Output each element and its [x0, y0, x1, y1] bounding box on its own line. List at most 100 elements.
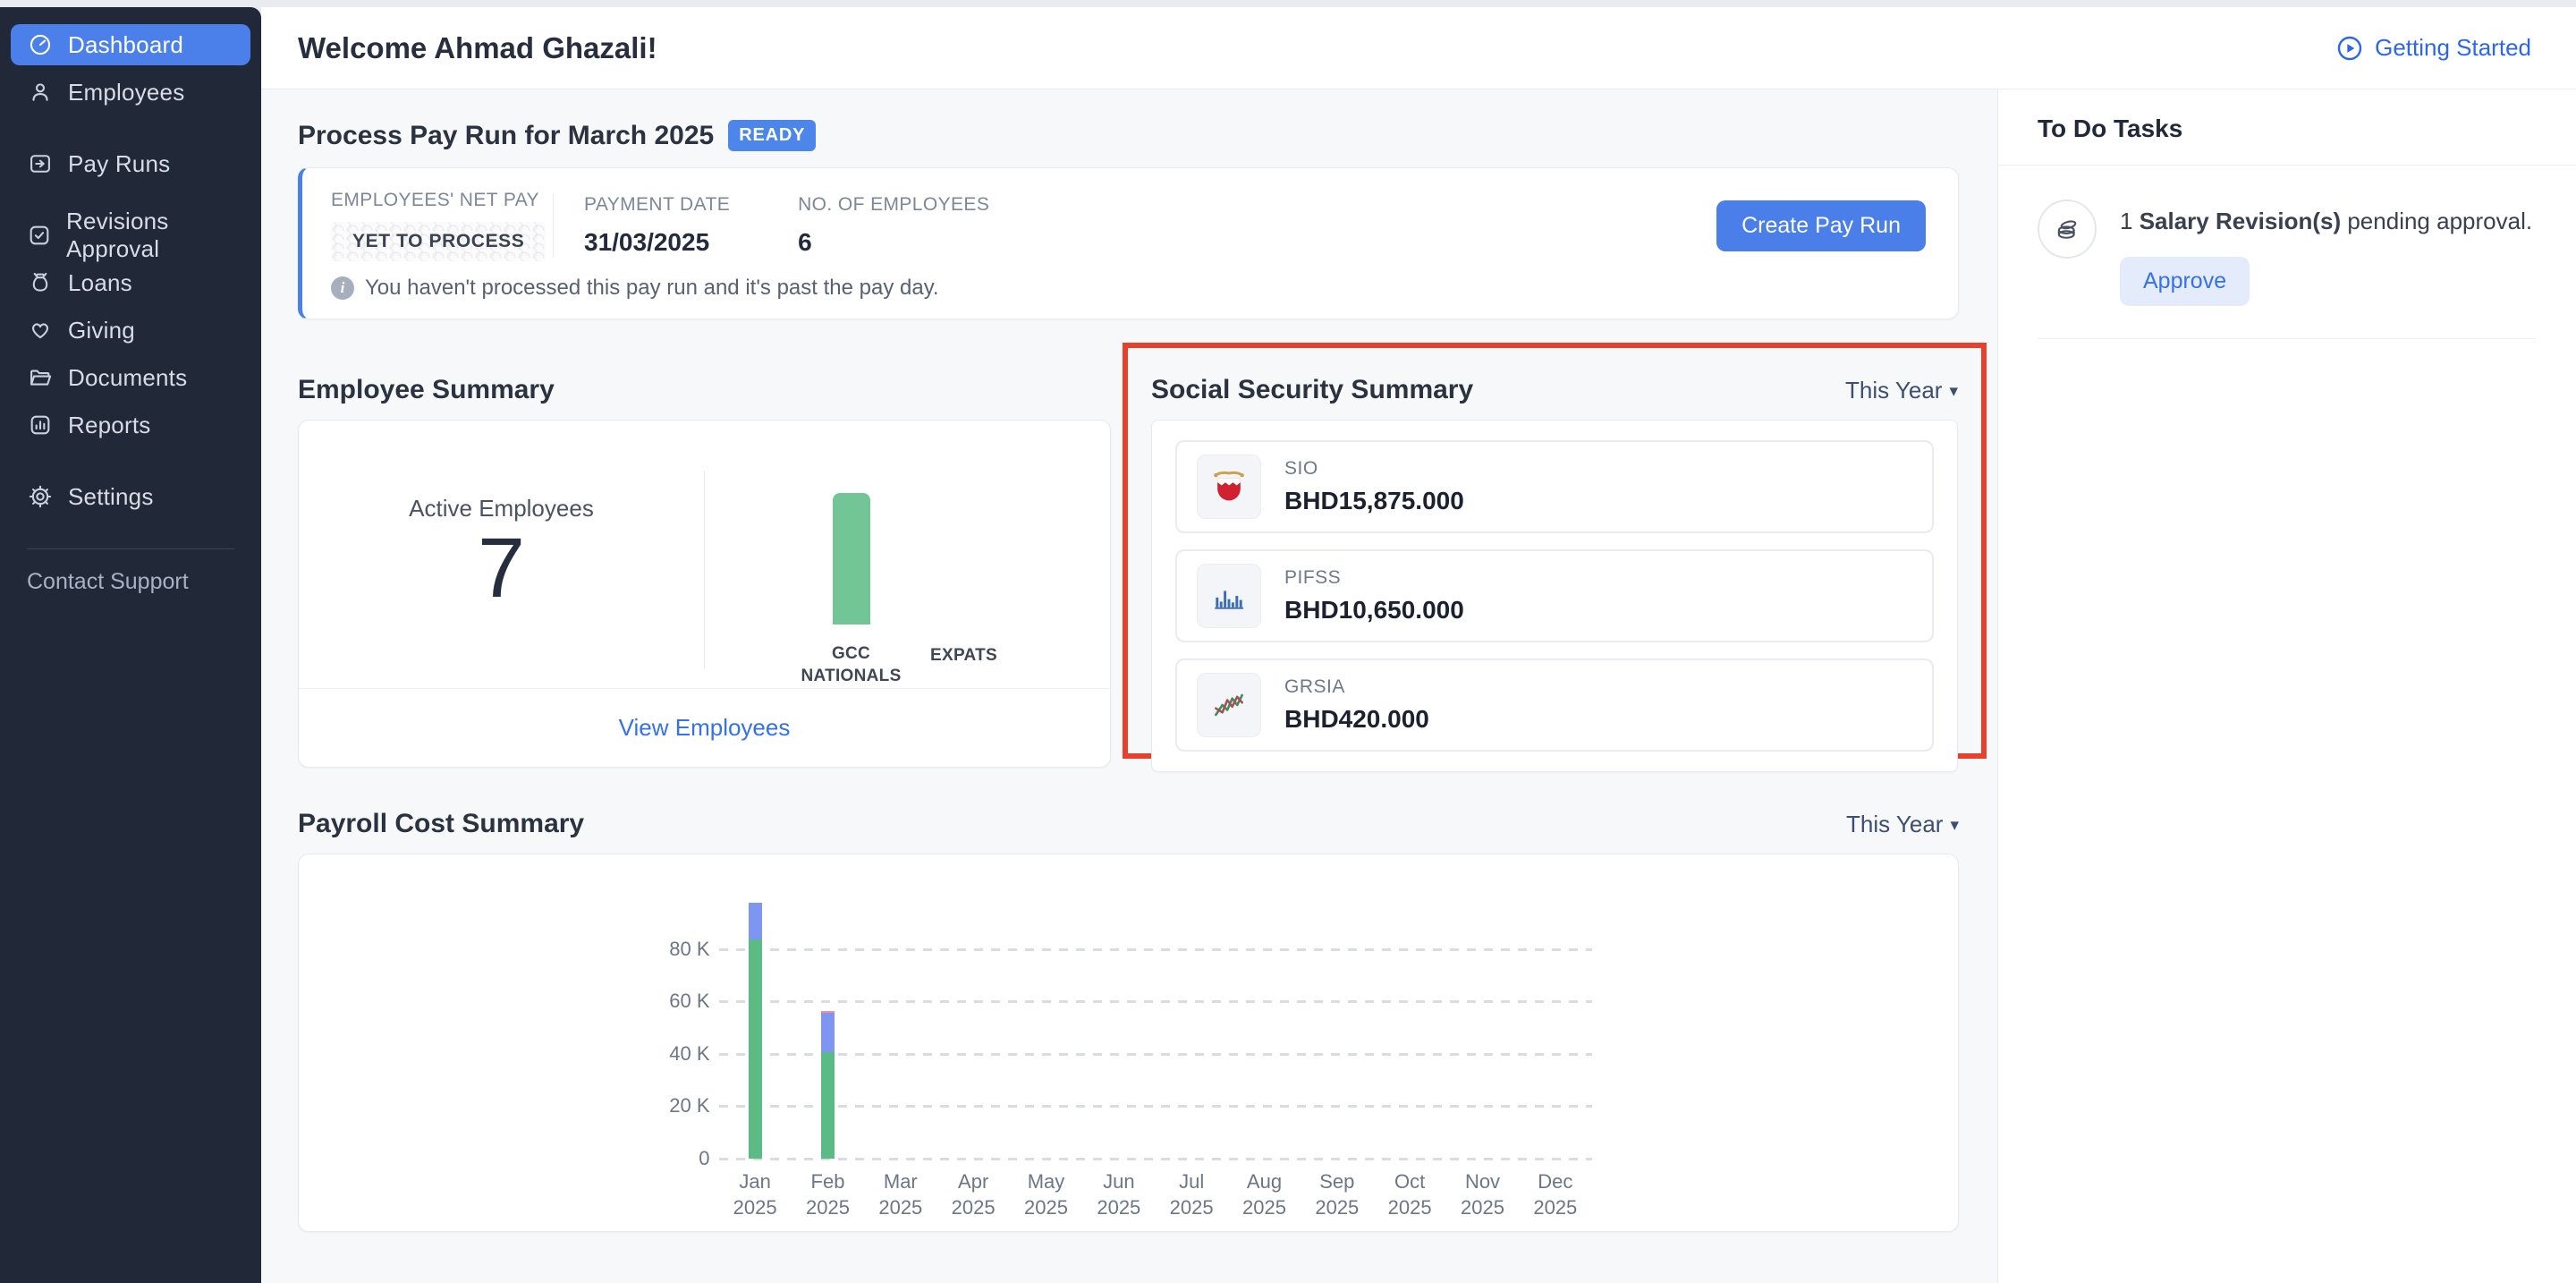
create-pay-run-button[interactable]: Create Pay Run: [1716, 200, 1926, 251]
employee-summary-card: Active Employees 7 GCC NATIONALS EXPATS V…: [298, 420, 1111, 768]
chart-gridline: [719, 1105, 1592, 1108]
sidebar-item-label: Reports: [68, 412, 150, 439]
payroll-cost-chart: 020 K40 K60 K80 KJan2025Feb2025Mar2025Ap…: [665, 896, 1592, 1205]
active-employees-label: Active Employees: [409, 495, 594, 523]
sio-amount: BHD15,875.000: [1284, 487, 1464, 515]
top-header: Welcome Ahmad Ghazali! Getting Started: [261, 7, 2576, 89]
sidebar-item-revisions-approval[interactable]: Revisions Approval: [11, 215, 250, 256]
bar-segment-green-segment[interactable]: [749, 939, 762, 1159]
payment-date-value: 31/03/2025: [584, 228, 730, 257]
loans-icon: [27, 269, 54, 296]
employee-type-chart: GCC NATIONALS EXPATS: [795, 421, 1021, 688]
bar-segment-pink-segment[interactable]: [821, 1011, 835, 1013]
payroll-cost-section: Payroll Cost Summary This Year ▾ 020 K40…: [298, 809, 1959, 1232]
sidebar-item-label: Giving: [68, 317, 135, 344]
social-security-item-pifss[interactable]: PIFSS BHD10,650.000: [1175, 549, 1934, 642]
approve-button[interactable]: Approve: [2120, 257, 2250, 306]
getting-started-link[interactable]: Getting Started: [2335, 34, 2531, 63]
settings-icon: [27, 483, 54, 510]
social-security-period-dropdown[interactable]: This Year ▾: [1845, 377, 1958, 404]
social-security-card: SIO BHD15,875.000: [1151, 420, 1958, 772]
sidebar-item-settings[interactable]: Settings: [11, 476, 250, 517]
y-axis-tick-label: 80 K: [603, 938, 710, 961]
sidebar-item-label: Loans: [68, 269, 132, 297]
pifss-amount: BHD10,650.000: [1284, 596, 1464, 625]
sidebar-item-dashboard[interactable]: Dashboard: [11, 24, 250, 65]
employee-count-bar[interactable]: [833, 493, 870, 625]
employees-icon: [27, 79, 54, 106]
active-employees-count: 7: [478, 524, 525, 614]
dashboard-icon: [27, 31, 54, 58]
payment-date-label: PAYMENT DATE: [584, 194, 730, 216]
sidebar-item-label: Revisions Approval: [66, 208, 234, 263]
net-pay-label: EMPLOYEES' NET PAY: [331, 190, 553, 211]
todo-task-text: 1 Salary Revision(s) pending approval.: [2120, 200, 2532, 237]
sidebar-item-loans[interactable]: Loans: [11, 262, 250, 303]
play-circle-icon: [2335, 34, 2364, 63]
employee-chart-label: EXPATS: [930, 644, 997, 667]
dashboard-main: Process Pay Run for March 2025 READY EMP…: [261, 89, 1997, 1283]
sidebar-item-label: Documents: [68, 364, 187, 392]
y-axis-tick-label: 20 K: [603, 1094, 710, 1117]
sidebar-item-label: Dashboard: [68, 31, 183, 59]
chart-gridline: [719, 948, 1592, 951]
y-axis-tick-label: 60 K: [603, 990, 710, 1013]
chart-gridline: [719, 1053, 1592, 1056]
grsia-amount: BHD420.000: [1284, 705, 1429, 734]
line-graph-icon: [1197, 673, 1261, 737]
chart-gridline: [719, 1000, 1592, 1003]
todo-panel: To Do Tasks 1 Salary Revision(s) pending…: [1997, 89, 2576, 1283]
contact-support-link[interactable]: Contact Support: [0, 569, 261, 595]
sidebar-item-label: Pay Runs: [68, 150, 170, 178]
net-pay-value: YET TO PROCESS: [331, 222, 546, 261]
payrun-section-header: Process Pay Run for March 2025 READY: [298, 120, 1997, 151]
sidebar-divider: [27, 548, 234, 549]
social-security-title: Social Security Summary: [1151, 375, 1473, 405]
sidebar: Dashboard Employees Pay Runs Revisions A…: [0, 7, 261, 1283]
bar-segment-blue-segment[interactable]: [821, 1013, 835, 1052]
reports-icon: [27, 412, 54, 438]
sidebar-item-pay-runs[interactable]: Pay Runs: [11, 143, 250, 184]
social-security-item-sio[interactable]: SIO BHD15,875.000: [1175, 440, 1934, 533]
y-axis-tick-label: 0: [603, 1147, 710, 1170]
chevron-down-icon: ▾: [1950, 814, 1959, 834]
payroll-cost-title: Payroll Cost Summary: [298, 809, 584, 839]
coins-icon: [2038, 200, 2097, 259]
sidebar-item-reports[interactable]: Reports: [11, 404, 250, 446]
chart-gridline: [719, 1158, 1592, 1160]
todo-task-salary-revision: 1 Salary Revision(s) pending approval. A…: [2038, 166, 2537, 339]
employee-summary-footer: View Employees: [299, 688, 1110, 767]
employee-count-value: 6: [798, 228, 989, 257]
sidebar-item-label: Employees: [68, 79, 184, 106]
todo-title: To Do Tasks: [2038, 115, 2537, 143]
employee-chart-label: GCC NATIONALS: [795, 642, 908, 688]
documents-icon: [27, 364, 54, 391]
payrun-section-title: Process Pay Run for March 2025: [298, 121, 714, 151]
bar-segment-blue-segment[interactable]: [749, 903, 762, 939]
pay-runs-icon: [27, 150, 54, 177]
bar-graph-icon: [1197, 564, 1261, 628]
x-axis-month-label: Dec2025: [1511, 1169, 1600, 1220]
page-title: Welcome Ahmad Ghazali!: [298, 31, 657, 65]
employee-count-label: NO. OF EMPLOYEES: [798, 194, 989, 216]
bar-segment-green-segment[interactable]: [821, 1052, 835, 1159]
view-employees-link[interactable]: View Employees: [619, 714, 791, 741]
status-badge: READY: [728, 120, 816, 151]
grsia-label: GRSIA: [1284, 676, 1429, 698]
social-security-item-grsia[interactable]: GRSIA BHD420.000: [1175, 658, 1934, 752]
content-column: Welcome Ahmad Ghazali! Getting Started P…: [261, 7, 2576, 1283]
bahrain-emblem-icon: [1197, 455, 1261, 519]
employee-chart-category: EXPATS: [908, 421, 1021, 688]
payroll-cost-period-dropdown[interactable]: This Year ▾: [1846, 811, 1959, 838]
payroll-cost-card: 020 K40 K60 K80 KJan2025Feb2025Mar2025Ap…: [298, 854, 1959, 1232]
employee-chart-category: GCC NATIONALS: [795, 421, 908, 688]
y-axis-tick-label: 40 K: [603, 1042, 710, 1066]
app-window: Dashboard Employees Pay Runs Revisions A…: [0, 0, 2576, 1283]
sidebar-item-employees[interactable]: Employees: [11, 72, 250, 113]
payrun-note-text: You haven't processed this pay run and i…: [365, 276, 939, 301]
sidebar-item-documents[interactable]: Documents: [11, 357, 250, 398]
vertical-divider: [553, 193, 554, 258]
info-icon: i: [331, 276, 354, 300]
sidebar-item-giving[interactable]: Giving: [11, 310, 250, 351]
payrun-card: EMPLOYEES' NET PAY YET TO PROCESS PAYMEN…: [298, 167, 1959, 319]
